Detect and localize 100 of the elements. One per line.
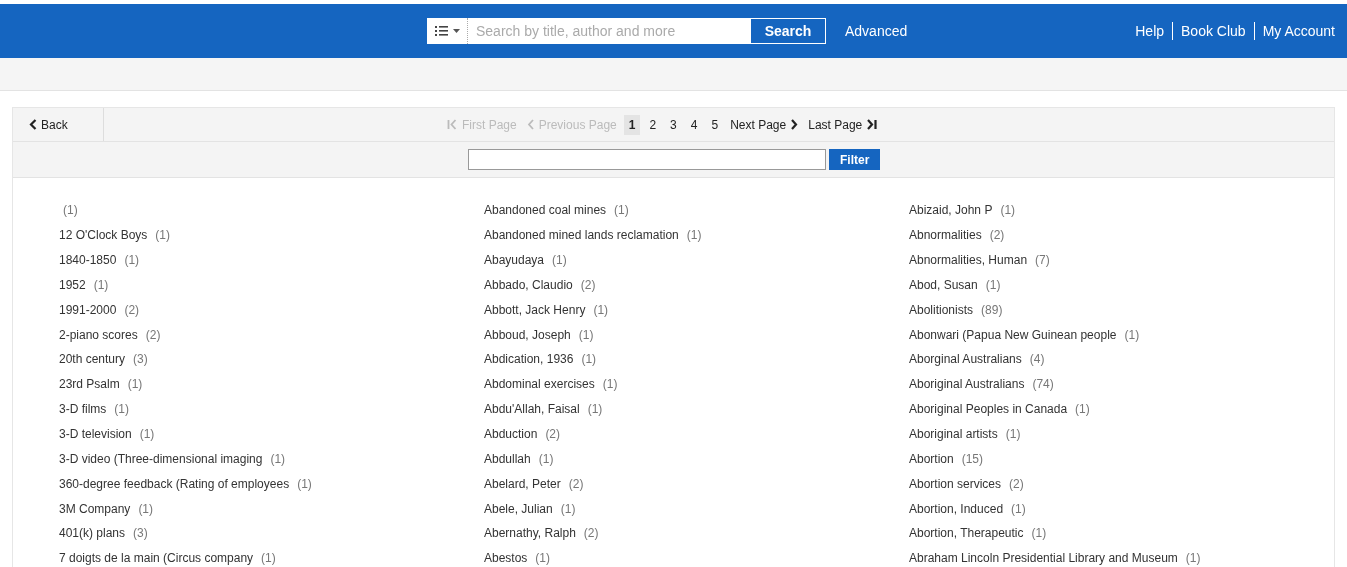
chevron-left-icon [29,119,37,130]
subject-link[interactable]: Abboud, Joseph [484,327,571,342]
next-page-link[interactable]: Next Page [730,117,799,132]
item-count: (3) [133,352,148,367]
subject-link[interactable]: 2-piano scores [59,327,138,342]
subject-link[interactable]: Abortion, Induced [909,501,1004,516]
item-count: (2) [1009,476,1024,491]
subject-link[interactable]: Abbado, Claudio [484,277,573,292]
subject-link[interactable]: Abdullah [484,451,531,466]
header-link[interactable]: Book Club [1172,22,1254,40]
item-count: (2) [568,476,584,491]
item-count: (1) [1031,526,1047,541]
subject-link[interactable]: Aboriginal artists [909,427,998,441]
item-count: (1) [270,451,286,466]
subject-link[interactable]: Abortion [909,451,954,466]
last-page-icon [866,119,878,130]
subject-link[interactable]: Abortion services [909,476,1002,491]
back-button[interactable]: Back [13,108,104,141]
subject-link[interactable]: Aboriginal Peoples in Canada [909,402,1068,417]
subject-link[interactable]: 3-D television [59,427,132,441]
item-count: (1) [602,377,618,392]
first-page-icon [447,119,458,130]
item-count: (1) [581,352,597,367]
item-count: (2) [583,526,599,541]
item-count: (2) [145,327,161,342]
subject-link[interactable]: 3M Company [59,501,131,516]
item-count: (1) [297,476,312,491]
subject-link[interactable]: 20th century [59,352,126,367]
subject-link[interactable]: 401(k) plans [59,526,126,541]
subject-link[interactable]: Abandoned mined lands reclamation [484,228,679,243]
subject-link[interactable]: Abernathy, Ralph [484,526,576,541]
subject-link[interactable]: Abestos [484,551,528,566]
item-count: (15) [961,451,984,466]
item-count: (1) [1000,203,1016,218]
item-count: (1) [538,451,554,466]
search-button[interactable]: Search [750,18,826,44]
item-count: (1) [1011,501,1026,516]
subject-link[interactable]: 1991-2000 [59,302,117,317]
list-icon [435,25,461,37]
subject-link[interactable]: 3-D films [59,402,107,417]
subject-link[interactable]: 7 doigts de la main (Circus company [59,551,254,566]
search-field[interactable]: Search by title, author and more [427,18,750,44]
filter-field[interactable] [468,149,826,170]
chevron-right-icon [790,119,799,130]
subject-link[interactable]: Abizaid, John P [909,203,993,218]
item-count: (1) [63,203,78,218]
header-link[interactable]: My Account [1253,22,1335,40]
item-count: (2) [124,302,140,317]
item-count: (1) [1124,327,1140,342]
subject-link[interactable]: Abduction [484,427,538,441]
item-count: (3) [133,526,148,541]
subject-link[interactable]: Abnormalities [909,228,982,243]
filter-button[interactable]: Filter [829,149,881,170]
subject-link[interactable]: 360-degree feedback (Rating of employees [59,476,290,491]
subject-link[interactable]: 3-D video (Three-dimensional imaging [59,451,263,466]
subject-link[interactable]: Abbott, Jack Henry [484,302,586,317]
subject-link[interactable]: 23rd Psalm [59,377,120,392]
subject-link[interactable]: 12 O'Clock Boys [59,228,148,243]
page-number[interactable]: 2 [644,114,662,135]
subject-link[interactable]: 1952 [59,277,86,292]
page-number[interactable]: 1 [623,114,641,135]
subject-link[interactable]: 1840-1850 [59,253,117,268]
subject-link[interactable]: Abod, Susan [909,277,978,292]
subject-link[interactable]: Abdominal exercises [484,377,595,392]
item-count: (1) [1185,551,1201,566]
subject-link[interactable]: Aboriginal Australians [909,377,1025,392]
subject-link[interactable]: Aborginal Australians [909,352,1022,367]
subject-link[interactable]: Abraham Lincoln Presidential Library and Museum [909,551,1178,566]
item-count: (1) [552,253,567,268]
subject-link[interactable]: Abonwari (Papua New Guinean people [909,327,1117,342]
item-count: (1) [985,277,1001,292]
subject-link[interactable]: Abortion, Therapeutic [909,526,1024,541]
subject-link[interactable]: Abolitionists [909,302,974,317]
item-count: (1) [1075,402,1090,417]
page-number[interactable]: 4 [685,114,703,135]
item-count: (1) [578,327,594,342]
item-count: (1) [686,228,702,243]
subject-link[interactable]: Abdication, 1936 [484,352,574,367]
item-count: (1) [139,427,155,441]
item-count: (1) [535,551,551,566]
item-count: (1) [127,377,143,392]
item-count: (1) [560,501,576,516]
subject-link[interactable]: Abelard, Peter [484,476,561,491]
item-count: (1) [155,228,170,243]
subject-link[interactable]: Abandoned coal mines [484,203,607,218]
subject-link[interactable]: Abnormalities, Human [909,253,1028,268]
subject-link[interactable]: Abele, Julian [484,501,553,516]
header-link[interactable]: Help [1127,22,1173,40]
item-count: (1) [114,402,129,417]
page-number[interactable]: 5 [706,114,724,135]
item-count: (74) [1032,377,1054,392]
item-count: (1) [138,501,154,516]
page-number[interactable]: 3 [665,114,682,135]
subject-link[interactable]: Abayudaya [484,253,545,268]
item-count: (2) [580,277,596,292]
advanced-search-link[interactable]: Advanced [845,23,908,39]
item-count: (2) [545,427,561,441]
last-page-link[interactable]: Last Page [808,117,878,132]
item-count: (2) [989,228,1005,243]
subject-link[interactable]: Abdu'Allah, Faisal [484,402,580,417]
